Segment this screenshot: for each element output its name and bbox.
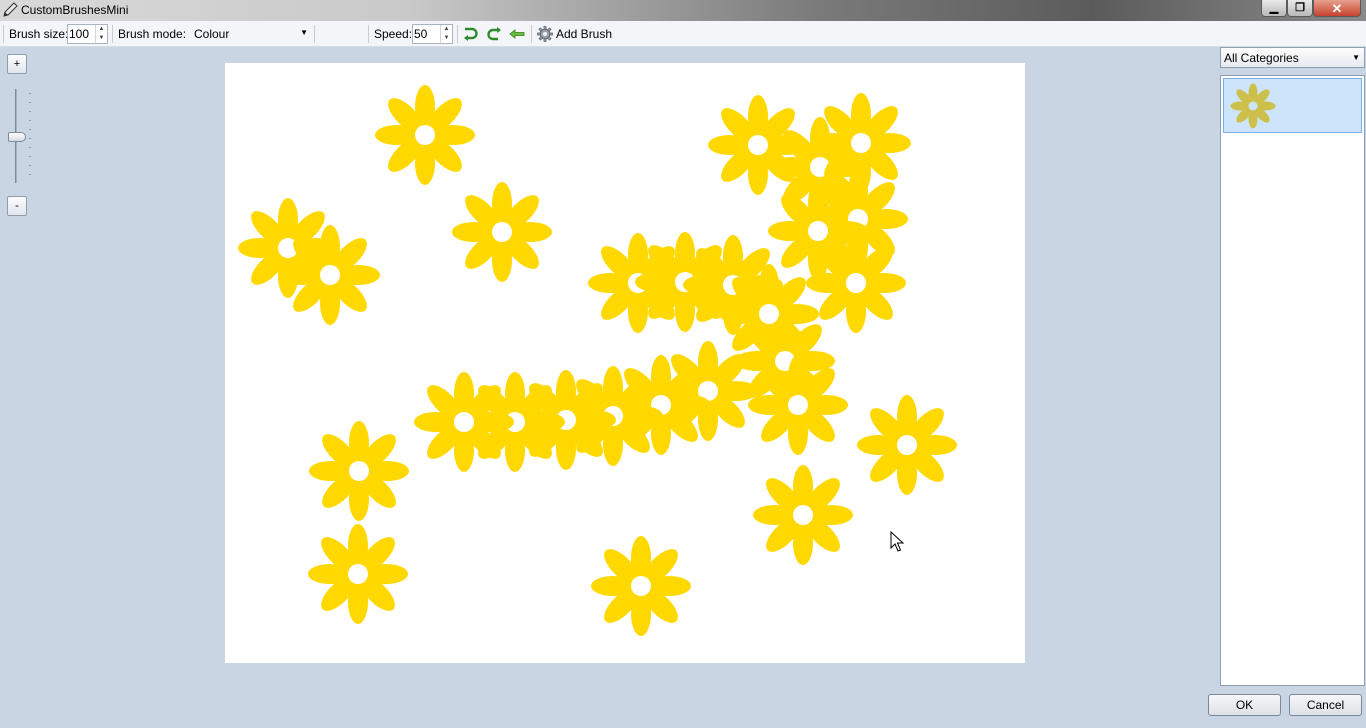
add-brush-label: Add Brush (556, 27, 613, 41)
zoom-slider-thumb[interactable] (8, 132, 26, 142)
dropdown-arrow-icon: ▼ (1352, 53, 1360, 62)
chevron-up-icon[interactable]: ▲ (441, 25, 452, 34)
chevron-down-icon[interactable]: ▼ (441, 34, 452, 43)
zoom-out-button[interactable]: - (7, 196, 27, 216)
brush-size-label: Brush size: (9, 27, 69, 41)
speed-arrows[interactable]: ▲ ▼ (440, 25, 452, 43)
flower-center (808, 221, 828, 241)
maximize-button[interactable]: ❐ (1287, 0, 1313, 17)
brush-size-value: 100 (69, 27, 90, 41)
toolbar: Brush size: 100 ▲ ▼ Brush mode: Colour ▼… (0, 21, 1366, 47)
drawing-canvas[interactable] (225, 63, 1025, 663)
flower-center (846, 273, 866, 293)
flower-center (348, 564, 368, 584)
speed-value: 50 (414, 27, 428, 41)
toolbar-separator (531, 25, 532, 43)
dropdown-arrow-icon: ▼ (300, 28, 308, 37)
title-bar: CustomBrushesMini ▁ ❐ ✕ (0, 0, 1366, 21)
minimize-icon: ▁ (1269, 1, 1279, 14)
flower-center (415, 125, 435, 145)
zoom-slider-ticks (29, 93, 31, 179)
close-button[interactable]: ✕ (1313, 0, 1361, 17)
canvas-drawing (238, 85, 957, 636)
flower-center (631, 576, 651, 596)
flower-center (788, 395, 808, 415)
minimize-button[interactable]: ▁ (1261, 0, 1287, 17)
undo-icon[interactable] (463, 27, 479, 41)
pencil-icon (3, 2, 18, 17)
cancel-button[interactable]: Cancel (1289, 694, 1362, 716)
flower-center (851, 133, 871, 153)
zoom-in-button[interactable]: + (7, 54, 27, 74)
brush-size-stepper[interactable]: 100 ▲ ▼ (67, 24, 108, 44)
add-brush-button[interactable]: Add Brush (537, 21, 612, 47)
restore-icon: ❐ (1295, 1, 1305, 14)
toolbar-separator (314, 25, 315, 43)
cancel-label: Cancel (1306, 698, 1345, 712)
chevron-up-icon[interactable]: ▲ (96, 25, 107, 34)
chevron-down-icon[interactable]: ▼ (96, 34, 107, 43)
brush-mode-label: Brush mode: (118, 27, 187, 41)
arrow-left-icon[interactable] (509, 29, 525, 39)
toolbar-separator (112, 25, 113, 43)
flower-brush-strokes (238, 85, 957, 636)
mouse-cursor-icon (890, 531, 905, 552)
flower-center (349, 461, 369, 481)
toolbar-separator (3, 25, 4, 43)
flower-center (454, 412, 474, 432)
gear-icon (537, 26, 553, 42)
flower-center (748, 135, 768, 155)
flower-center (492, 222, 512, 242)
category-value: All Categories (1224, 51, 1299, 65)
redo-icon[interactable] (486, 27, 502, 41)
speed-stepper[interactable]: 50 ▲ ▼ (412, 24, 453, 44)
zoom-out-label: - (15, 200, 19, 212)
zoom-in-label: + (13, 58, 21, 70)
window-title: CustomBrushesMini (21, 3, 129, 17)
ok-label: OK (1235, 698, 1254, 712)
flower-center (320, 265, 340, 285)
category-select[interactable]: All Categories ▼ (1220, 47, 1365, 68)
brush-mode-select[interactable]: Colour ▼ (191, 24, 312, 44)
brush-item-flower[interactable] (1223, 78, 1362, 133)
toolbar-separator (368, 25, 369, 43)
toolbar-separator (457, 25, 458, 43)
flower-center (897, 435, 917, 455)
flower-center (759, 304, 779, 324)
flower-brush-thumbnail-icon (1230, 83, 1276, 129)
speed-label: Speed: (374, 27, 413, 41)
brush-list[interactable] (1220, 75, 1365, 686)
brush-size-arrows[interactable]: ▲ ▼ (95, 25, 107, 43)
ok-button[interactable]: OK (1208, 694, 1281, 716)
close-icon: ✕ (1331, 0, 1343, 16)
flower-center (793, 505, 813, 525)
brush-mode-value: Colour (194, 27, 230, 41)
